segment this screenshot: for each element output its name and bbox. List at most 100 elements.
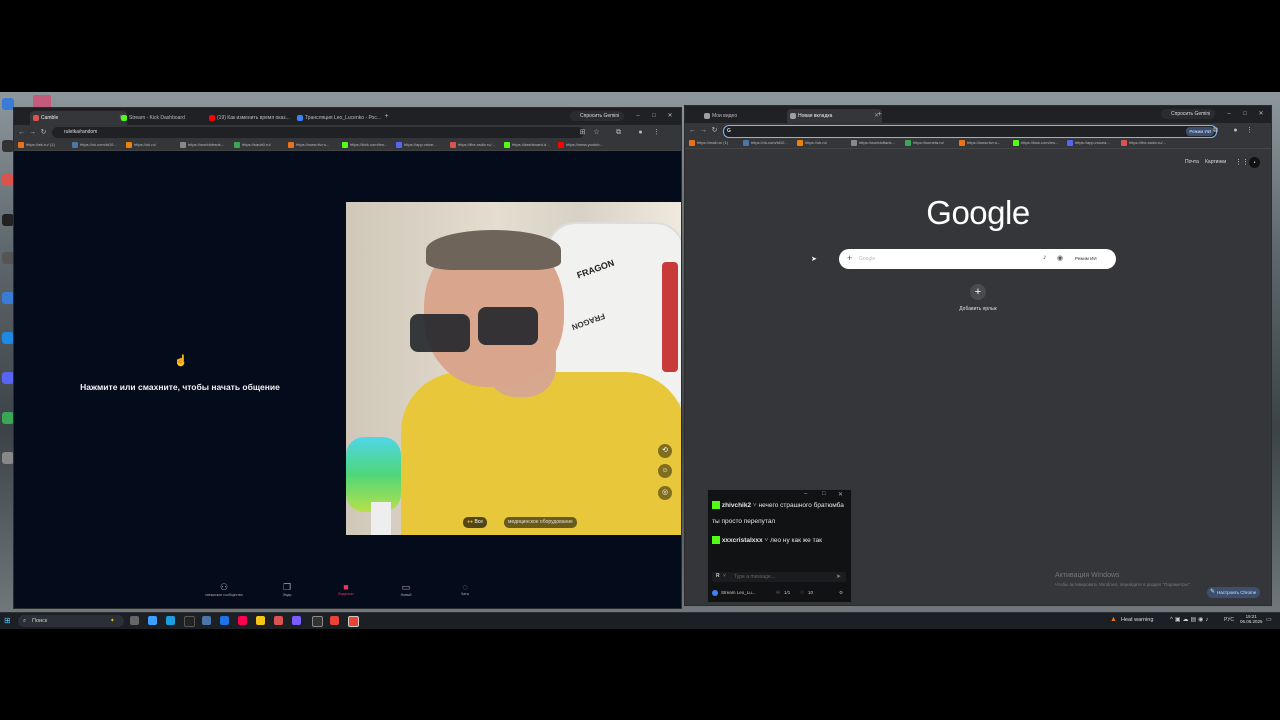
- taskbar-search[interactable]: ⌕ Поиск ✦: [18, 615, 124, 627]
- swipe-area[interactable]: ☝ Нажмите или смахните, чтобы начать общ…: [14, 151, 346, 608]
- chrome-icon[interactable]: [220, 616, 229, 625]
- folder-icon[interactable]: [256, 616, 265, 625]
- account-avatar[interactable]: ●: [1249, 157, 1260, 168]
- bookmark-item[interactable]: https://wk.ru/ (1): [18, 141, 55, 149]
- location-icon[interactable]: ◎: [658, 486, 672, 500]
- minimize-icon[interactable]: –: [632, 110, 644, 122]
- heat-warning[interactable]: Heat warning: [1121, 617, 1153, 623]
- tab-my-videos[interactable]: Мои видео✕: [701, 109, 796, 123]
- translate-icon[interactable]: ⊞: [578, 128, 587, 137]
- stream-label[interactable]: Stream Leo_Lu...: [721, 588, 756, 598]
- tab-camble[interactable]: Camble✕: [30, 111, 127, 125]
- language-indicator[interactable]: РУС: [1224, 617, 1234, 623]
- address-bar[interactable]: ruletka/random: [52, 127, 584, 138]
- maximize-icon[interactable]: □: [648, 110, 660, 122]
- ask-gemini-button[interactable]: Спросить Gemini: [1161, 109, 1216, 119]
- bookmark-item[interactable]: https://the-radio.ru/...: [450, 141, 495, 149]
- close-icon[interactable]: ✕: [1255, 108, 1267, 120]
- popup-maximize-icon[interactable]: □: [822, 491, 826, 497]
- bookmark-item[interactable]: https://www.itv.ru...: [288, 141, 329, 149]
- tab-stream[interactable]: Трансляция Leo_Lucenko - Рос...: [294, 111, 391, 125]
- mask-icon[interactable]: ☺: [658, 464, 672, 478]
- bookmark-item[interactable]: https://app.voicea...: [1067, 139, 1110, 147]
- plus-icon[interactable]: +: [847, 253, 852, 263]
- address-bar[interactable]: G Режим ИИ: [723, 125, 1217, 138]
- chrome-icon[interactable]: [330, 616, 339, 625]
- lens-icon[interactable]: ◉: [1057, 254, 1063, 262]
- tab-youtube[interactable]: (19) Как изменить время оказ...: [206, 111, 303, 125]
- task-view-icon[interactable]: [130, 616, 139, 625]
- tiktok-icon[interactable]: [238, 616, 247, 625]
- notification-bell-icon[interactable]: ▭: [1266, 616, 1272, 623]
- new-tab-icon[interactable]: +: [875, 110, 884, 119]
- bookmark-item[interactable]: https://www.itv.ru...: [959, 139, 1000, 147]
- bookmark-item[interactable]: https://the-radio.ru/...: [1121, 139, 1166, 147]
- bookmark-item[interactable]: https://www.youtub...: [558, 141, 603, 149]
- bookmark-item[interactable]: https://vk.com/id10...: [743, 139, 788, 147]
- app-icon[interactable]: [274, 616, 283, 625]
- settings-icon[interactable]: ⚙: [839, 588, 843, 598]
- images-link[interactable]: Картинки: [1205, 159, 1226, 165]
- chat-username[interactable]: xxxcristalxxx: [722, 537, 763, 544]
- search-box[interactable]: + Google ♪ ◉ Режим ИИ: [839, 249, 1116, 269]
- forward-icon[interactable]: →: [28, 128, 37, 137]
- menu-icon[interactable]: ⋮: [652, 128, 661, 137]
- back-icon[interactable]: ←: [17, 128, 26, 137]
- tab-kick-dashboard[interactable]: Stream - Kick Dashboard: [118, 111, 215, 125]
- chat-input[interactable]: R ˅ Type a message... ➤: [712, 572, 846, 582]
- vk-icon[interactable]: [202, 616, 211, 625]
- reload-icon[interactable]: ↻: [710, 126, 719, 135]
- nav-chats[interactable]: ◌ Чаты: [435, 582, 495, 596]
- chat-username[interactable]: zhivchik2: [722, 502, 751, 509]
- windows-start-icon[interactable]: ⊞: [4, 616, 11, 625]
- filter-medical-chip[interactable]: медицинское оборудование: [504, 517, 577, 528]
- edge-icon[interactable]: [148, 616, 157, 625]
- tab-new-tab[interactable]: Новая вкладка ✕: [787, 109, 882, 123]
- extensions-icon[interactable]: ⧉: [1211, 126, 1220, 135]
- clock[interactable]: 19:21 06.06.2025: [1240, 614, 1263, 624]
- bookmark-item[interactable]: https://app.voice...: [396, 141, 436, 149]
- bookmark-item[interactable]: https://saub0.ru/: [234, 141, 271, 149]
- bookmark-star-icon[interactable]: ☆: [592, 128, 601, 137]
- app-icon[interactable]: [184, 616, 195, 627]
- nav-video-chat[interactable]: ■ Видеочат: [316, 582, 376, 596]
- nav-people[interactable]: ❐ Люди: [257, 582, 317, 597]
- popup-close-icon[interactable]: ✕: [838, 491, 843, 498]
- rewards-icon[interactable]: R: [716, 573, 720, 579]
- filter-all-chip[interactable]: ●● Все: [463, 517, 488, 528]
- microphone-icon[interactable]: ♪: [1043, 254, 1047, 261]
- minimize-icon[interactable]: –: [1223, 108, 1235, 120]
- bookmark-item[interactable]: https://worldofrank...: [180, 141, 224, 149]
- telegram-icon[interactable]: [166, 616, 175, 625]
- ask-gemini-button[interactable]: Спросить Gemini: [570, 111, 625, 121]
- bookmark-item[interactable]: https://kick.com/leo...: [1013, 139, 1058, 147]
- nav-community[interactable]: ⚇ свежиское сообщество: [194, 582, 254, 597]
- tray-icons[interactable]: ^▣☁▤◉♪: [1170, 616, 1210, 623]
- bookmark-item[interactable]: https://ok.ru/: [797, 139, 827, 147]
- bookmark-item[interactable]: https://ok.ru/: [126, 141, 156, 149]
- bookmark-item[interactable]: https://vk.com/id10...: [72, 141, 117, 149]
- bookmark-item[interactable]: https://kometa.ru/: [905, 139, 944, 147]
- add-shortcut-icon[interactable]: +: [970, 284, 986, 300]
- send-icon[interactable]: ➤: [836, 573, 841, 580]
- gmail-link[interactable]: Почта: [1185, 159, 1199, 165]
- bookmark-item[interactable]: https://worldoftank...: [851, 139, 895, 147]
- camera-switch-icon[interactable]: ⟲: [658, 444, 672, 458]
- forward-icon[interactable]: →: [699, 126, 708, 135]
- customize-chrome-button[interactable]: ✎ Настроить Chrome: [1207, 587, 1261, 598]
- profile-icon[interactable]: ●: [636, 128, 645, 137]
- apps-grid-icon[interactable]: ⋮⋮: [1235, 158, 1249, 166]
- back-icon[interactable]: ←: [688, 126, 697, 135]
- extensions-icon[interactable]: ⧉: [614, 128, 623, 137]
- menu-icon[interactable]: ⋮: [1245, 126, 1254, 135]
- profile-icon[interactable]: ●: [1231, 126, 1240, 135]
- reload-icon[interactable]: ↻: [39, 128, 48, 137]
- bookmark-item[interactable]: https://dashboard.d...: [504, 141, 550, 149]
- maximize-icon[interactable]: □: [1239, 108, 1251, 120]
- new-tab-icon[interactable]: +: [382, 112, 391, 121]
- search-ai-mode[interactable]: Режим ИИ: [1075, 256, 1097, 261]
- ai-mode-button[interactable]: Режим ИИ: [1186, 127, 1214, 136]
- discord-icon[interactable]: [292, 616, 301, 625]
- bookmark-item[interactable]: https://mail.ru/ (1): [689, 139, 728, 147]
- bookmark-item[interactable]: https://kick.com/leo...: [342, 141, 387, 149]
